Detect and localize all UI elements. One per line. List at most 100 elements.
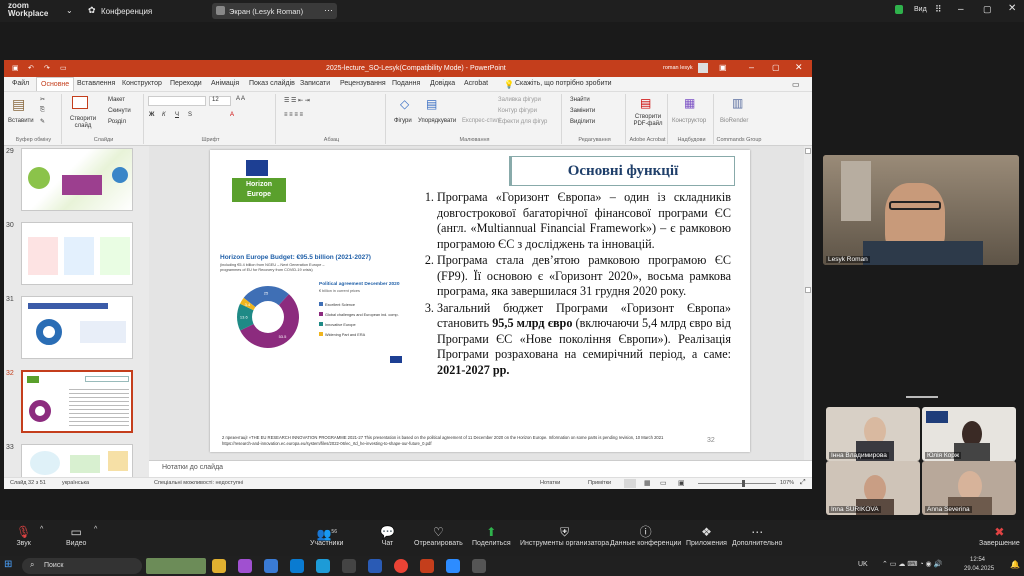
screen-share-tab[interactable]: Экран (Lesyk Roman) ⋯: [212, 3, 337, 19]
zoom-slider-thumb[interactable]: [742, 480, 745, 487]
tab-insert[interactable]: Вставлення: [77, 80, 115, 87]
tab-review[interactable]: Рецензування: [340, 80, 386, 87]
grow-font-icon[interactable]: A A: [236, 96, 245, 102]
save-icon[interactable]: ▣: [12, 64, 19, 72]
redo-icon[interactable]: ↷: [44, 64, 50, 72]
host-tools-button[interactable]: ⛨ Инструменты организатора: [520, 524, 609, 547]
shapes-icon[interactable]: ◇: [400, 97, 409, 111]
app-icon[interactable]: [472, 559, 486, 573]
chevron-down-icon[interactable]: ⌄: [66, 6, 73, 15]
video-tile[interactable]: Inna SURIKOVA: [826, 461, 920, 515]
slide-thumbnail[interactable]: [21, 444, 133, 479]
language-indicator[interactable]: UK: [858, 561, 868, 568]
font-color-icon[interactable]: A: [230, 112, 234, 118]
store-icon[interactable]: [264, 559, 278, 573]
current-slide[interactable]: Horizon Europe Основні функції Horizon E…: [210, 150, 750, 452]
ribbon-options-icon[interactable]: ▣: [719, 63, 727, 72]
italic-icon[interactable]: К: [162, 112, 166, 118]
slide-thumbnail[interactable]: [21, 148, 133, 211]
taskbar-search[interactable]: ⌕ Поиск: [22, 558, 142, 574]
avatar[interactable]: [698, 63, 708, 73]
tab-acrobat[interactable]: Acrobat: [464, 80, 488, 87]
comment-icon[interactable]: ▭: [792, 80, 800, 89]
paste-button[interactable]: Вставити: [8, 118, 34, 124]
zoom-icon[interactable]: [446, 559, 460, 573]
present-icon[interactable]: ▭: [60, 64, 67, 72]
accessibility-status[interactable]: Спеціальні можливості: недоступні: [154, 480, 243, 486]
normal-view-icon[interactable]: [624, 479, 636, 488]
tab-design[interactable]: Конструктор: [122, 80, 162, 87]
designer-button[interactable]: Конструктор: [672, 118, 706, 124]
video-tile[interactable]: Інна Владимирова: [826, 407, 920, 461]
app-icon[interactable]: [342, 559, 356, 573]
tell-me-search[interactable]: Скажіть, що потрібно зробити: [515, 80, 612, 87]
vertical-scrollbar[interactable]: [804, 146, 812, 461]
end-button[interactable]: ✖ Завершение: [979, 524, 1020, 547]
strikethrough-icon[interactable]: S: [188, 112, 192, 118]
search-highlight-image[interactable]: [146, 558, 206, 574]
language-status[interactable]: українська: [62, 480, 89, 486]
bold-icon[interactable]: Ж: [149, 112, 154, 118]
maximize-icon[interactable]: ▢: [983, 4, 992, 15]
minimize-icon[interactable]: –: [958, 4, 964, 15]
arrange-button[interactable]: Упорядкувати: [418, 118, 456, 124]
tab-file[interactable]: Файл: [12, 80, 29, 87]
tab-record[interactable]: Записати: [300, 80, 330, 87]
cut-icon[interactable]: ✂: [40, 96, 45, 103]
tab-help[interactable]: Довідка: [430, 80, 455, 87]
chevron-up-icon[interactable]: ^: [94, 526, 97, 533]
clock-date[interactable]: 29.04.2025: [964, 566, 994, 572]
zoom-level[interactable]: 107%: [780, 480, 794, 486]
arrange-icon[interactable]: ▤: [426, 97, 437, 111]
font-family-select[interactable]: [148, 96, 206, 106]
windows-start-icon[interactable]: ⊞: [4, 559, 12, 570]
layout-button[interactable]: Макет: [108, 97, 125, 103]
biorender-button[interactable]: BioRender: [720, 118, 748, 124]
powerpoint-icon[interactable]: [420, 559, 434, 573]
close-icon[interactable]: ✕: [795, 62, 803, 73]
tab-view[interactable]: Подання: [392, 80, 420, 87]
copilot-icon[interactable]: [238, 559, 252, 573]
close-icon[interactable]: ✕: [1008, 3, 1016, 14]
find-button[interactable]: Знайти: [570, 97, 590, 103]
tab-slideshow[interactable]: Показ слайдів: [249, 80, 295, 87]
biorender-icon[interactable]: ▥: [732, 96, 743, 110]
chat-button[interactable]: 💬 Чат: [380, 524, 395, 547]
meeting-info-button[interactable]: ⓘ Данные конференции: [610, 524, 681, 547]
quick-styles-button[interactable]: Експрес-стилі: [462, 118, 501, 124]
shape-outline-button[interactable]: Контур фігури: [498, 108, 537, 114]
word-icon[interactable]: [368, 559, 382, 573]
notes-button[interactable]: Нотатки: [540, 480, 560, 486]
fit-slide-icon[interactable]: ⤢: [800, 479, 806, 487]
notification-icon[interactable]: 🔔: [1010, 560, 1020, 569]
react-button[interactable]: ♡ Отреагировать: [414, 524, 463, 547]
zoom-slider[interactable]: [698, 480, 776, 487]
comments-button[interactable]: Примітки: [588, 480, 611, 486]
shield-icon[interactable]: [895, 5, 903, 14]
video-tile-speaker[interactable]: Lesyk Roman: [823, 155, 1019, 265]
shapes-button[interactable]: Фігури: [394, 118, 412, 124]
new-slide-button[interactable]: Створити слайд: [66, 116, 100, 130]
maximize-icon[interactable]: ▢: [772, 63, 780, 72]
minimize-icon[interactable]: –: [749, 62, 754, 72]
tab-animation[interactable]: Анімація: [211, 80, 239, 87]
file-explorer-icon[interactable]: [212, 559, 226, 573]
slide-thumbnail[interactable]: [21, 222, 133, 285]
clock-time[interactable]: 12:54: [970, 557, 985, 563]
edge-icon[interactable]: [316, 559, 330, 573]
apps-button[interactable]: ❖ Приложения: [686, 524, 727, 547]
reset-button[interactable]: Скинути: [108, 108, 131, 114]
sorter-view-icon[interactable]: ▦: [644, 479, 651, 487]
participants-button[interactable]: 👥56 Участники: [310, 524, 343, 547]
font-size-select[interactable]: 12: [209, 96, 231, 106]
pdf-icon[interactable]: ▤: [640, 96, 651, 110]
more-button[interactable]: ⋯ Дополнительно: [732, 524, 782, 547]
format-painter-icon[interactable]: ✎: [40, 118, 45, 125]
tray-icons[interactable]: ⌃ ▭ ☁ ⌨ ◔ ◉ 🔊: [882, 560, 942, 568]
gallery-drag-handle[interactable]: [906, 396, 938, 398]
tab-transitions[interactable]: Переходи: [170, 80, 202, 87]
select-button[interactable]: Виділити: [570, 119, 595, 125]
shape-effects-button[interactable]: Ефекти для фігур: [498, 119, 547, 125]
undo-icon[interactable]: ↶: [28, 64, 34, 72]
notes-pane[interactable]: Нотатки до слайда: [149, 460, 812, 477]
